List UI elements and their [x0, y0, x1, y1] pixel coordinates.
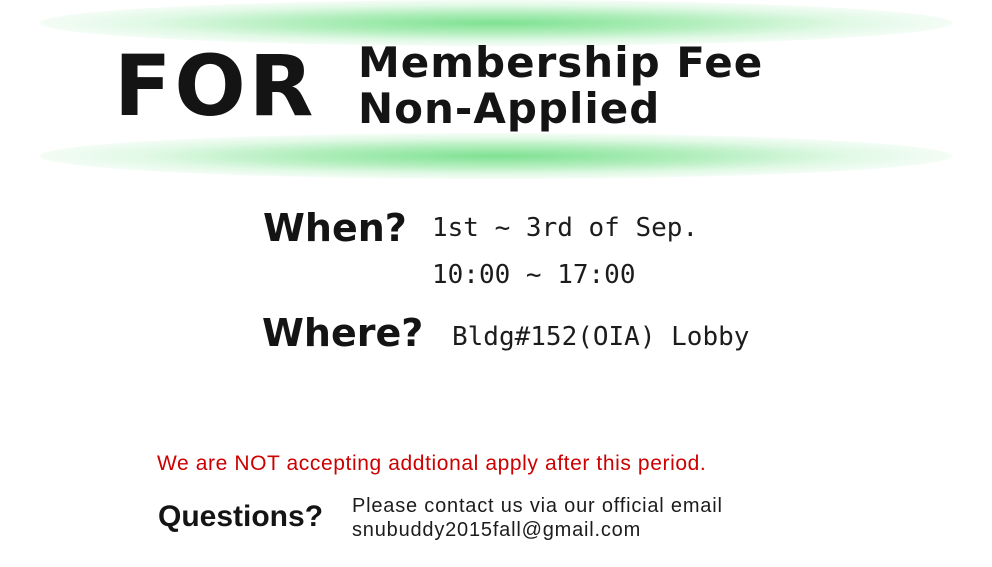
contact-email: snubuddy2015fall@gmail.com [352, 519, 642, 541]
green-glow-bottom [40, 133, 952, 179]
contact-instruction: Please contact us via our official email [352, 495, 723, 517]
questions-label: Questions? [158, 500, 324, 533]
notice-text: We are NOT accepting addtional apply aft… [157, 452, 707, 475]
where-label: Where? [262, 311, 424, 355]
title-non-applied: Non-Applied [358, 84, 661, 133]
when-time: 10:00 ~ 17:00 [432, 260, 636, 290]
title-for: FOR [114, 37, 317, 135]
title-membership-fee: Membership Fee [358, 38, 764, 87]
when-label: When? [263, 206, 407, 250]
where-place: Bldg#152(OIA) Lobby [452, 322, 750, 352]
when-date: 1st ~ 3rd of Sep. [432, 213, 699, 243]
